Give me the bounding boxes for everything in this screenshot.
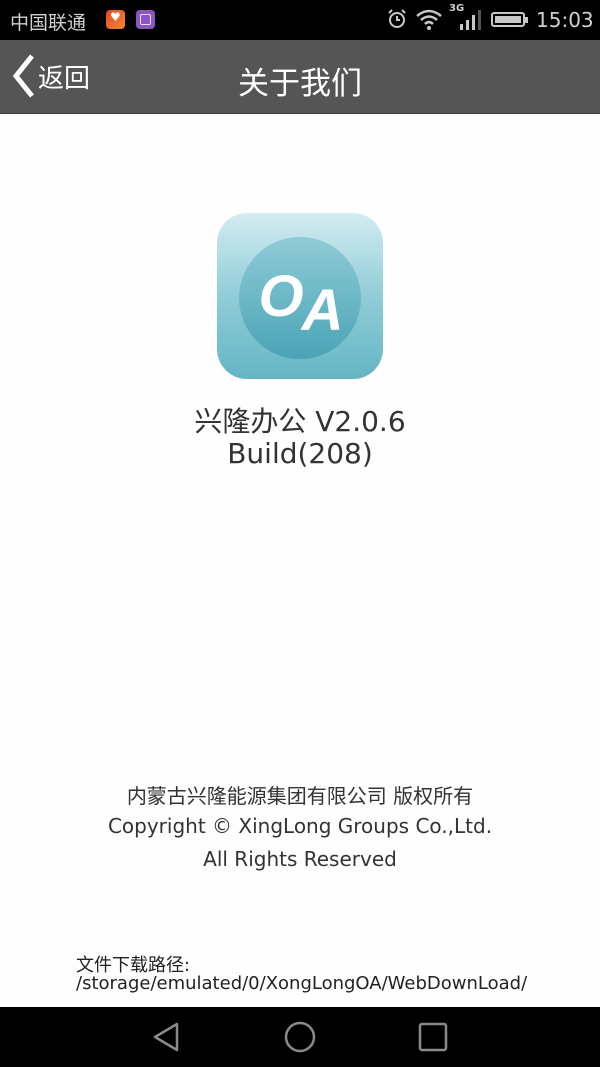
status-bar: 中国联通 3G 15:03 — [0, 0, 600, 40]
gallery-app-icon — [136, 10, 155, 29]
signal-icon — [460, 10, 481, 30]
logo-letter-a: A — [301, 278, 344, 343]
copyright-notice: Copyright © XingLong Groups Co.,Ltd. — [107, 814, 493, 838]
nav-bar: 返回 关于我们 — [0, 40, 600, 114]
back-triangle-icon[interactable] — [150, 1021, 184, 1053]
recents-square-icon[interactable] — [417, 1021, 449, 1053]
logo-text: OA — [217, 263, 383, 343]
app-name-version: 兴隆办公 V2.0.6 — [194, 405, 406, 438]
alarm-icon — [388, 9, 406, 28]
page-title: 关于我们 — [238, 66, 362, 102]
home-circle-icon[interactable] — [283, 1021, 317, 1053]
wifi-icon — [416, 9, 442, 30]
battery-icon — [491, 12, 528, 27]
logo-letter-o: O — [258, 264, 303, 329]
app-logo: OA — [217, 213, 383, 379]
copyright-company: 内蒙古兴隆能源集团有限公司 版权所有 — [126, 784, 474, 808]
clock: 15:03 — [536, 8, 594, 32]
system-nav-bar — [0, 1007, 600, 1067]
rights-reserved: All Rights Reserved — [203, 847, 397, 871]
app-build: Build(208) — [227, 437, 373, 470]
carrier-name: 中国联通 — [10, 12, 87, 34]
health-app-icon — [106, 10, 125, 29]
download-path-value: /storage/emulated/0/XongLongOA/WebDownLo… — [76, 973, 528, 994]
